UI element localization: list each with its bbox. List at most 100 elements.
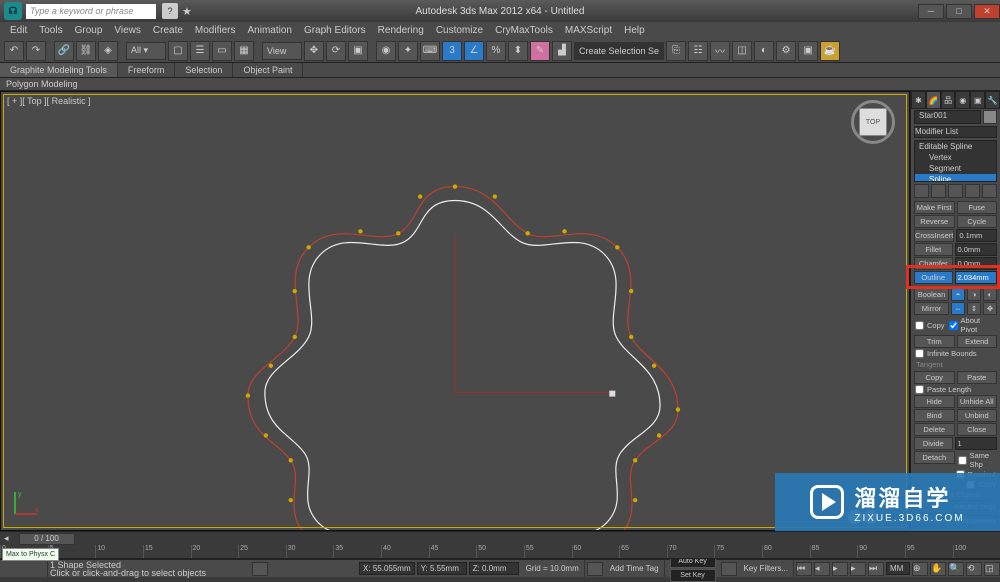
fillet-button[interactable]: Fillet — [914, 243, 953, 256]
tab-graphite[interactable]: Graphite Modeling Tools — [0, 63, 118, 77]
render-frame-icon[interactable]: ▣ — [798, 41, 818, 61]
move-icon[interactable]: ✥ — [304, 41, 324, 61]
boolean-union-icon[interactable]: ◓ — [951, 288, 965, 301]
coord-z-input[interactable]: Z: 0.0mm — [469, 562, 519, 575]
stack-segment[interactable]: Segment — [915, 163, 996, 174]
cycle-button[interactable]: Cycle — [957, 215, 998, 228]
unhide-all-button[interactable]: Unhide All — [957, 395, 998, 408]
menu-views[interactable]: Views — [108, 25, 147, 36]
outline-button[interactable]: Outline — [914, 271, 953, 284]
help-badge-icon[interactable]: ? — [162, 3, 178, 19]
stack-vertex[interactable]: Vertex — [915, 152, 996, 163]
tangent-copy-button[interactable]: Copy — [914, 371, 955, 384]
tab-objectpaint[interactable]: Object Paint — [233, 63, 303, 77]
fuse-button[interactable]: Fuse — [957, 201, 998, 214]
bind-button[interactable]: Bind — [914, 409, 955, 422]
next-frame-icon[interactable]: ▸ — [850, 562, 866, 576]
stack-spline[interactable]: Spline — [915, 174, 996, 182]
menu-modifiers[interactable]: Modifiers — [189, 25, 242, 36]
divide-button[interactable]: Divide — [914, 437, 953, 450]
percent-snap-icon[interactable]: % — [486, 41, 506, 61]
tangent-paste-button[interactable]: Paste — [957, 371, 998, 384]
delete-button[interactable]: Delete — [914, 423, 955, 436]
align-icon[interactable]: ⎘ — [666, 41, 686, 61]
cmd-tab-create-icon[interactable]: ✱ — [911, 91, 926, 109]
outline-value[interactable]: 2.034mm — [955, 271, 998, 284]
time-slider-thumb[interactable]: 0 / 100 — [19, 533, 75, 545]
coord-y-input[interactable]: Y: 5.55mm — [417, 562, 467, 575]
reverse-button[interactable]: Reverse — [914, 215, 955, 228]
keyboard-shortcut-icon[interactable]: ⌨ — [420, 41, 440, 61]
undo-icon[interactable]: ↶ — [4, 41, 24, 61]
coord-x-input[interactable]: X: 55.055mm — [359, 562, 415, 575]
pin-stack-icon[interactable] — [914, 184, 929, 198]
fillet-value[interactable]: 0.0mm — [955, 243, 998, 256]
goto-start-icon[interactable]: ⏮ — [796, 562, 812, 576]
menu-edit[interactable]: Edit — [4, 25, 33, 36]
menu-animation[interactable]: Animation — [241, 25, 297, 36]
ref-coord-dropdown[interactable]: View — [262, 42, 302, 60]
tab-freeform[interactable]: Freeform — [118, 63, 176, 77]
paste-length-check[interactable]: Paste Length — [914, 385, 972, 394]
play-icon[interactable]: ▸ — [832, 562, 848, 576]
menu-help[interactable]: Help — [618, 25, 651, 36]
menu-customize[interactable]: Customize — [430, 25, 489, 36]
infinite-bounds-check[interactable]: Infinite Bounds — [914, 349, 978, 358]
viewcube[interactable]: TOP — [851, 100, 895, 144]
render-icon[interactable]: ☕ — [820, 41, 840, 61]
nav-zoom-icon[interactable]: 🔍 — [948, 562, 964, 576]
stack-editable-spline[interactable]: Editable Spline — [915, 141, 996, 152]
mirror-icon[interactable]: ▟ — [552, 41, 572, 61]
favorite-icon[interactable]: ★ — [182, 5, 192, 18]
same-shape-check[interactable]: Same Shp — [957, 451, 998, 469]
trim-button[interactable]: Trim — [914, 335, 955, 348]
render-setup-icon[interactable]: ⚙ — [776, 41, 796, 61]
modifier-list-dropdown[interactable]: Modifier List — [914, 126, 997, 138]
schematic-view-icon[interactable]: ◫ — [732, 41, 752, 61]
select-name-icon[interactable]: ☰ — [190, 41, 210, 61]
nav-pan-icon[interactable]: ✋ — [930, 562, 946, 576]
boolean-int-icon[interactable]: ◐ — [983, 288, 997, 301]
nav-orbit-icon[interactable]: ⟲ — [966, 562, 982, 576]
close-button[interactable]: ✕ — [974, 4, 1000, 19]
modifier-stack[interactable]: Editable Spline Vertex Segment Spline — [914, 140, 997, 182]
remove-modifier-icon[interactable] — [965, 184, 980, 198]
make-unique-icon[interactable] — [948, 184, 963, 198]
menu-crymaxtools[interactable]: CryMaxTools — [489, 25, 559, 36]
selection-filter-dropdown[interactable]: All ▾ — [126, 42, 166, 60]
cmd-tab-utilities-icon[interactable]: 🔧 — [985, 91, 1000, 109]
search-input[interactable]: Type a keyword or phrase — [26, 4, 156, 19]
current-frame-input[interactable]: MM — [886, 562, 910, 575]
make-first-button[interactable]: Make First — [914, 201, 955, 214]
mirror-v-icon[interactable]: ⇕ — [967, 302, 981, 315]
redo-icon[interactable]: ↷ — [26, 41, 46, 61]
show-end-result-icon[interactable] — [931, 184, 946, 198]
select-region-icon[interactable]: ▭ — [212, 41, 232, 61]
crossinsert-value[interactable]: 0.1mm — [956, 229, 997, 242]
nav-max-icon[interactable]: ◲ — [984, 562, 1000, 576]
window-crossing-icon[interactable]: ▦ — [234, 41, 254, 61]
app-logo-icon[interactable]: ☊ — [4, 2, 22, 20]
named-selection-dropdown[interactable]: Create Selection Se — [574, 42, 664, 60]
mirror-both-icon[interactable]: ✥ — [983, 302, 997, 315]
edit-named-sel-icon[interactable]: ✎ — [530, 41, 550, 61]
goto-end-icon[interactable]: ⏭ — [868, 562, 884, 576]
bind-space-icon[interactable]: ◈ — [98, 41, 118, 61]
menu-rendering[interactable]: Rendering — [372, 25, 430, 36]
tab-selection[interactable]: Selection — [175, 63, 233, 77]
time-config-icon[interactable]: ⊕ — [912, 562, 928, 576]
ribbon-panel-label[interactable]: Polygon Modeling — [0, 78, 1000, 91]
lock-selection-icon[interactable] — [252, 562, 268, 576]
object-color-swatch[interactable] — [983, 110, 997, 124]
divide-value[interactable]: 1 — [955, 437, 998, 450]
link-icon[interactable]: 🔗 — [54, 41, 74, 61]
configure-sets-icon[interactable] — [982, 184, 997, 198]
scale-icon[interactable]: ▣ — [348, 41, 368, 61]
prev-frame-icon[interactable]: ◂ — [814, 562, 830, 576]
viewport-label[interactable]: [ + ][ Top ][ Realistic ] — [7, 96, 91, 106]
spinner-snap-icon[interactable]: ⬍ — [508, 41, 528, 61]
layers-icon[interactable]: ☷ — [688, 41, 708, 61]
select-icon[interactable]: ▢ — [168, 41, 188, 61]
curve-editor-icon[interactable]: 〰 — [710, 41, 730, 61]
viewport-top[interactable]: [ + ][ Top ][ Realistic ] TOP — [0, 91, 910, 531]
